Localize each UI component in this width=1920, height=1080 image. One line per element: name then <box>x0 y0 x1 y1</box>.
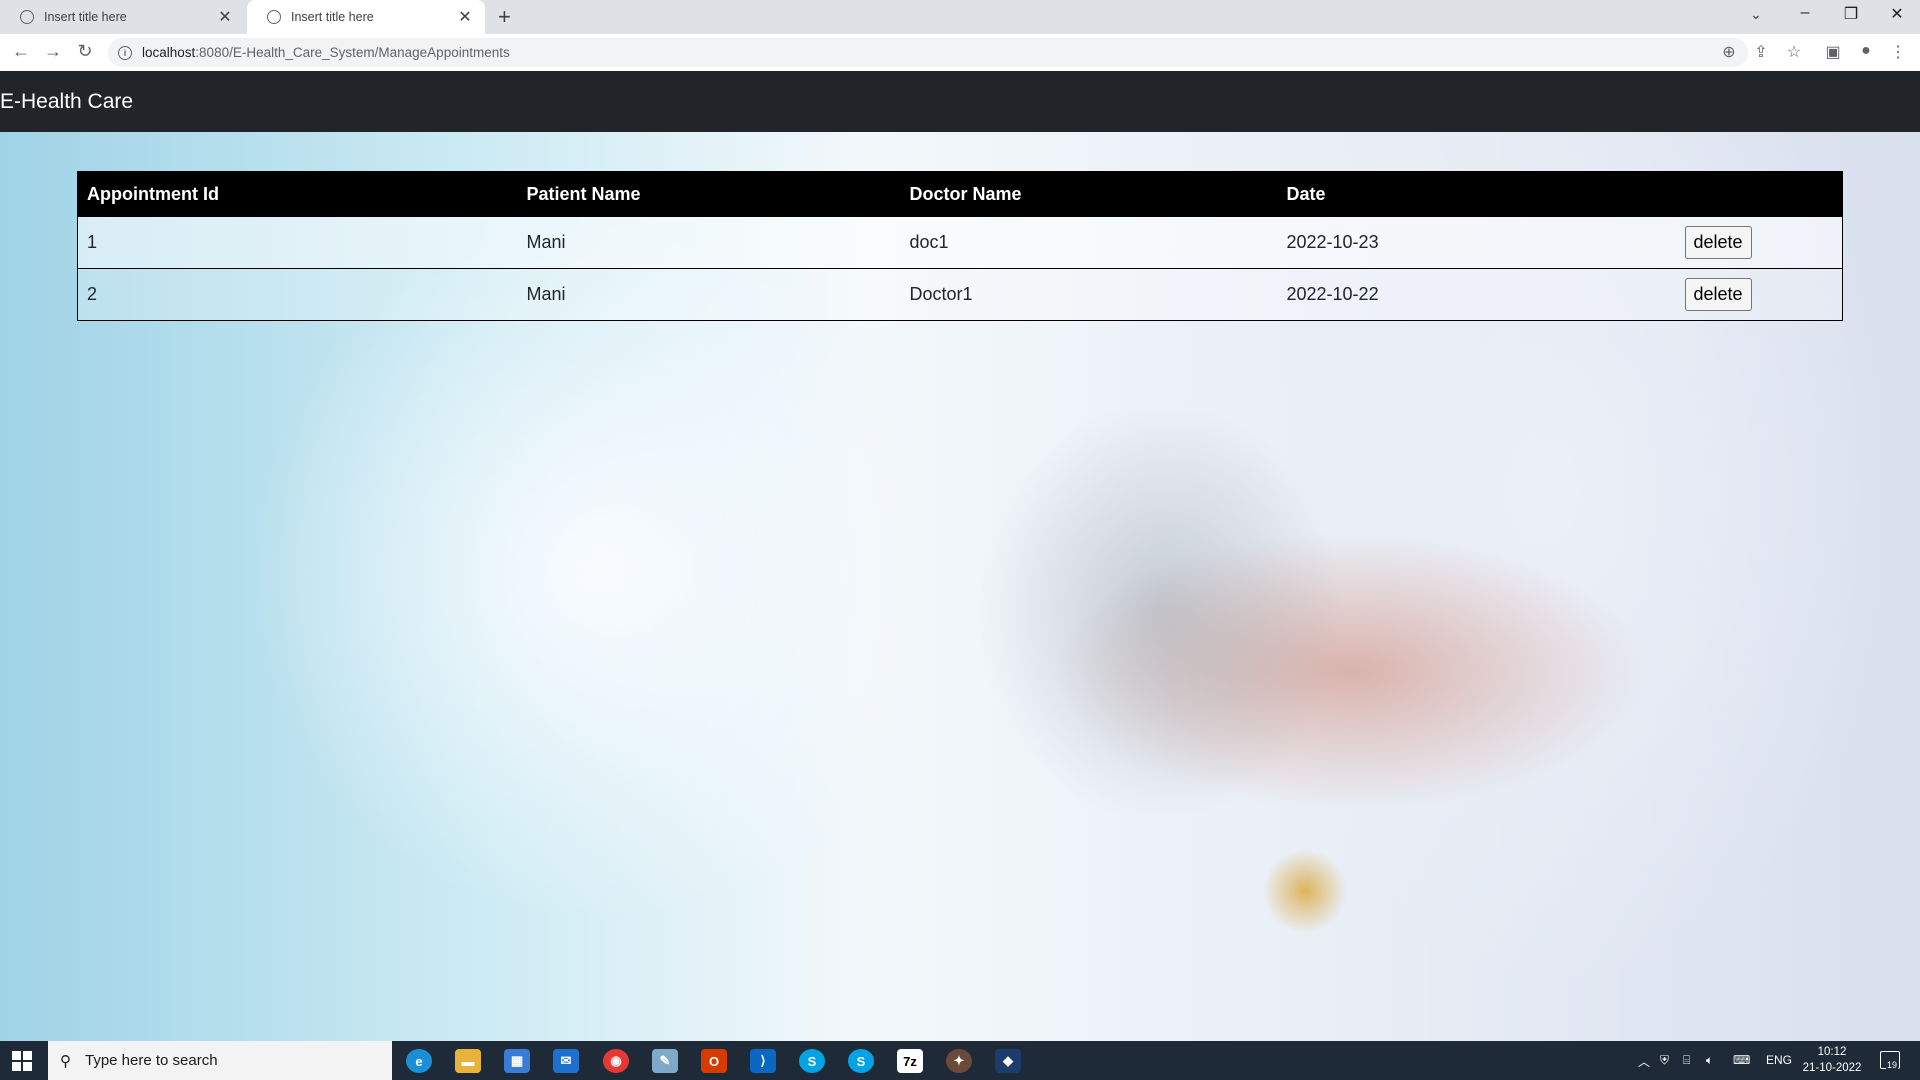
tab-search-chevron-icon[interactable]: ⌄ <box>1750 6 1762 23</box>
notification-count: 19 <box>1886 1060 1899 1070</box>
action-cell: delete <box>1675 268 1843 321</box>
browser-tab-2[interactable]: Insert title here ✕ <box>247 0 485 34</box>
globe-icon <box>20 10 34 24</box>
skype-icon[interactable]: S <box>848 1049 874 1073</box>
tab-title: Insert title here <box>291 10 374 24</box>
address-bar[interactable]: i localhost:8080/E-Health_Care_System/Ma… <box>108 38 1748 67</box>
date-cell: 2022-10-23 <box>1277 216 1676 269</box>
column-header: Appointment Id <box>77 171 518 217</box>
star-icon[interactable]: ☆ <box>1783 42 1805 62</box>
window-close-icon[interactable]: ✕ <box>1882 4 1912 24</box>
search-placeholder: Type here to search <box>85 1052 218 1069</box>
store-icon[interactable]: ▦ <box>504 1049 530 1073</box>
side-panel-icon[interactable]: ▣ <box>1822 42 1844 62</box>
info-icon[interactable]: i <box>118 45 132 60</box>
doctor-name-cell: doc1 <box>900 216 1278 269</box>
file-explorer-icon[interactable]: ▬ <box>455 1049 481 1073</box>
taskbar-search-input[interactable]: ⚲ Type here to search <box>48 1041 392 1080</box>
app-icon[interactable]: ◆ <box>995 1049 1021 1073</box>
doctor-name-cell: Doctor1 <box>900 268 1278 321</box>
arrow-left-icon[interactable]: ← <box>10 41 32 62</box>
app-navbar: E-Health Care <box>0 71 1920 132</box>
delete-button[interactable]: delete <box>1684 278 1752 311</box>
zoom-icon[interactable]: ⊕ <box>1718 42 1740 62</box>
action-cell: delete <box>1675 216 1843 269</box>
column-header-action <box>1675 171 1843 217</box>
edge-icon[interactable]: e <box>406 1049 432 1073</box>
app-icon[interactable]: ✦ <box>946 1049 972 1073</box>
appointment-id-cell: 2 <box>77 268 518 321</box>
patient-name-cell: Mani <box>517 268 901 321</box>
volume-icon[interactable]: 🔈︎ <box>1706 1053 1713 1068</box>
windows-start-icon[interactable] <box>12 1051 32 1071</box>
close-icon[interactable]: ✕ <box>457 7 473 27</box>
appointment-id-cell: 1 <box>77 216 518 269</box>
reload-icon[interactable]: ↻ <box>74 41 96 62</box>
skype-icon[interactable]: S <box>799 1049 825 1073</box>
language-indicator[interactable]: ENG <box>1766 1053 1792 1067</box>
keyboard-icon[interactable]: ⌨ <box>1733 1053 1750 1067</box>
seven-zip-icon[interactable]: 7z <box>897 1049 923 1073</box>
profile-icon[interactable]: ● <box>1855 42 1877 60</box>
page-body: E-Health Care Appointment Id Patient Nam… <box>0 71 1920 1041</box>
browser-tab-1[interactable]: Insert title here ✕ <box>0 0 245 34</box>
chevron-up-icon[interactable]: ︿ <box>1638 1053 1650 1070</box>
url-host: localhost <box>142 45 196 60</box>
close-icon[interactable]: ✕ <box>217 7 233 27</box>
browser-tabstrip: Insert title here ✕ Insert title here ✕ … <box>0 0 1920 34</box>
clock-time: 10:12 <box>1817 1046 1847 1058</box>
date-cell: 2022-10-22 <box>1277 268 1676 321</box>
system-clock[interactable]: 10:12 21-10-2022 <box>1800 1044 1864 1076</box>
column-header: Date <box>1277 171 1676 217</box>
browser-toolbar: ← → ↻ i localhost:8080/E-Health_Care_Sys… <box>0 34 1920 71</box>
table-header-row: Appointment Id Patient Name Doctor Name … <box>77 171 1843 217</box>
chrome-icon[interactable]: ◉ <box>595 1041 637 1080</box>
office-icon[interactable]: O <box>701 1049 727 1073</box>
table-row: 2 Mani Doctor1 2022-10-22 delete <box>77 268 1843 321</box>
network-icon[interactable]: ⌸ <box>1683 1053 1690 1068</box>
notepad-icon[interactable]: ✎ <box>652 1049 678 1073</box>
mail-icon[interactable]: ✉ <box>553 1049 579 1073</box>
tab-title: Insert title here <box>44 10 127 24</box>
brand-link[interactable]: E-Health Care <box>0 90 133 114</box>
clock-date: 21-10-2022 <box>1802 1062 1862 1074</box>
restore-icon[interactable]: ❐ <box>1836 4 1866 24</box>
appointments-table: Appointment Id Patient Name Doctor Name … <box>77 171 1843 321</box>
arrow-right-icon[interactable]: → <box>42 41 64 62</box>
security-icon[interactable]: ⛨ <box>1660 1053 1669 1068</box>
delete-button[interactable]: delete <box>1684 226 1752 259</box>
windows-taskbar: ⚲ Type here to search e ▬ ▦ ✉ ◉ ✎ O ⟩ S … <box>0 1041 1920 1080</box>
globe-icon <box>267 10 281 24</box>
vscode-icon[interactable]: ⟩ <box>750 1049 776 1073</box>
share-icon[interactable]: ⇪ <box>1750 42 1772 62</box>
table-row: 1 Mani doc1 2022-10-23 delete <box>77 216 1843 269</box>
url-path: :8080/E-Health_Care_System/ManageAppoint… <box>195 45 510 60</box>
column-header: Patient Name <box>517 171 901 217</box>
kebab-menu-icon[interactable]: ⋮ <box>1887 42 1909 62</box>
minimize-icon[interactable]: – <box>1790 4 1820 22</box>
search-icon: ⚲ <box>60 1052 71 1070</box>
new-tab-button[interactable]: + <box>498 5 511 29</box>
column-header: Doctor Name <box>900 171 1278 217</box>
patient-name-cell: Mani <box>517 216 901 269</box>
